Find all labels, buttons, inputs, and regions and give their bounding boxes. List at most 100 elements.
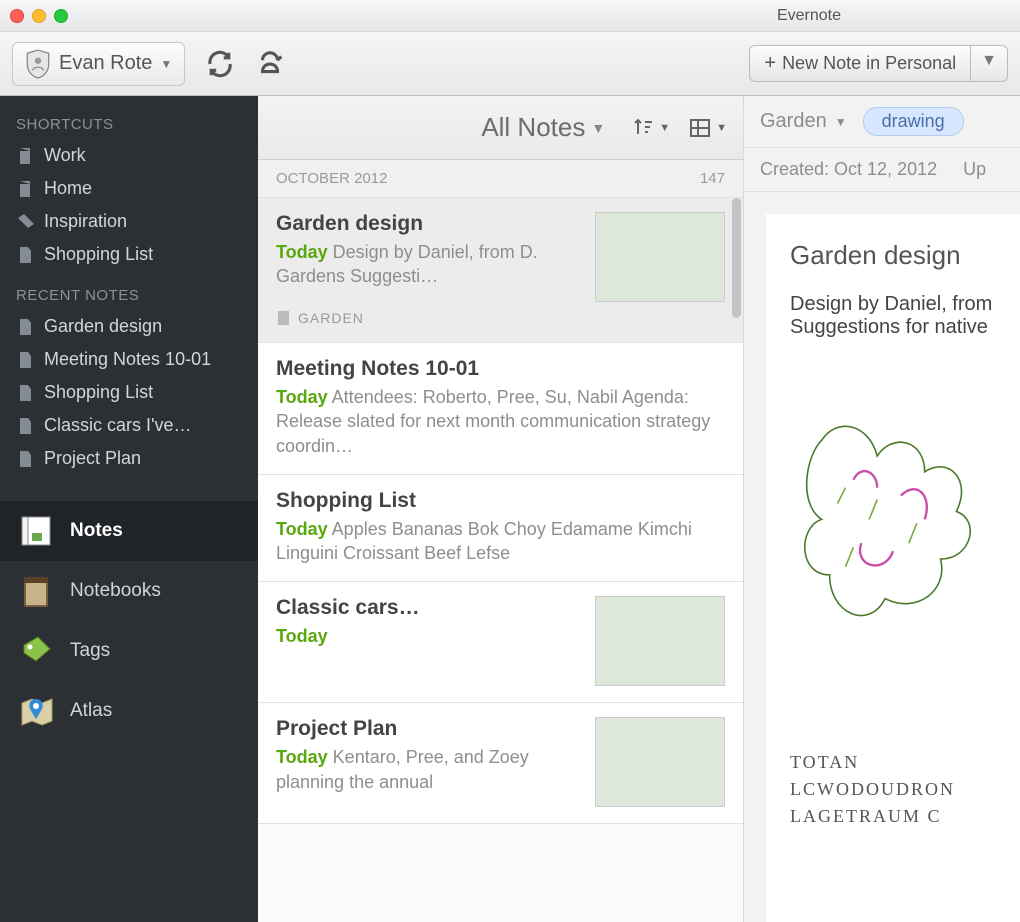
sidebar-item-label: Garden design [44,316,162,337]
note-title[interactable]: Garden design [790,240,996,271]
note-thumbnail [595,717,725,807]
chevron-down-icon: ▼ [160,57,172,71]
notes-icon [16,511,56,551]
note-list-group-header: OCTOBER 2012 147 [258,160,743,198]
sidebar-recent-item[interactable]: Garden design [0,310,258,343]
note-icon [16,245,34,265]
note-detail-infobar: Garden ▼ drawing [744,96,1020,148]
note-card[interactable]: Project Plan Today Kentaro, Pree, and Zoe… [258,703,743,824]
note-list-panel: All Notes ▼ ▼ ▼ OCTOBER 2012 147 Garden … [258,96,744,922]
sidebar-shortcut-item[interactable]: Home [0,172,258,205]
minimize-window-icon[interactable] [32,9,46,23]
note-card-snippet: Today Kentaro, Pree, and Zoey planning t… [276,745,583,794]
note-card[interactable]: Garden design Today Design by Daniel, fro… [258,198,743,343]
scrollbar[interactable] [732,198,741,318]
sidebar-section-recent: RECENT NOTES [0,281,258,310]
note-card-title: Shopping List [276,489,725,513]
new-note-dropdown[interactable]: ▼ [971,45,1008,82]
new-note-button[interactable]: + New Note in Personal [749,45,971,82]
note-card[interactable]: Meeting Notes 10-01Today Attendees: Robe… [258,343,743,475]
sidebar-item-label: Work [44,145,86,166]
note-icon [16,317,34,337]
note-list-title-dropdown[interactable]: All Notes ▼ [481,112,605,143]
note-card-title: Project Plan [276,717,583,741]
note-card-date: Today [276,387,328,407]
sidebar-nav-atlas[interactable]: Atlas [0,681,258,741]
note-card-snippet: Today Design by Daniel, from D. Gardens … [276,240,583,289]
notebook-name: Garden [760,110,827,133]
notebook-selector[interactable]: Garden ▼ [760,110,847,133]
sync-icon[interactable] [205,49,235,79]
note-card[interactable]: Shopping List Today Apples Bananas Bok Ch… [258,475,743,583]
note-icon [16,416,34,436]
note-list-header: All Notes ▼ ▼ ▼ [258,96,743,160]
group-count: 147 [700,170,725,187]
note-card-title: Meeting Notes 10-01 [276,357,725,381]
zoom-window-icon[interactable] [54,9,68,23]
chevron-down-icon: ▼ [716,122,727,134]
sidebar-nav-label: Atlas [70,700,112,722]
sidebar-nav-label: Notebooks [70,580,161,602]
note-icon [16,179,34,199]
sidebar-recent-item[interactable]: Project Plan [0,442,258,475]
close-window-icon[interactable] [10,9,24,23]
notebooks-icon [16,571,56,611]
tags-icon [16,631,56,671]
note-notebook-tag: GARDEN [276,310,725,326]
note-thumbnail [595,596,725,686]
window-controls [10,9,68,23]
note-sketch-image [790,369,996,749]
sidebar-nav-label: Notes [70,520,123,542]
tag-pill[interactable]: drawing [863,107,964,136]
plus-icon: + [764,52,776,75]
chevron-down-icon: ▼ [981,52,997,69]
sidebar-item-label: Shopping List [44,244,153,265]
grid-view-icon [688,116,712,140]
note-card-title: Garden design [276,212,583,236]
sidebar-item-label: Home [44,178,92,199]
note-icon [16,350,34,370]
sidebar: SHORTCUTS Work Home Inspiration Shopping Li… [0,96,258,922]
note-card[interactable]: Classic cars… Today [258,582,743,703]
sort-button[interactable]: ▼ [631,116,670,140]
sidebar-item-label: Meeting Notes 10-01 [44,349,211,370]
sidebar-recent-item[interactable]: Shopping List [0,376,258,409]
note-document[interactable]: Garden design Design by Daniel, from Sug… [766,214,1020,922]
account-button[interactable]: Evan Rote ▼ [12,42,185,86]
account-name: Evan Rote [59,52,152,75]
chevron-down-icon: ▼ [659,122,670,134]
atlas-icon [16,691,56,731]
sidebar-recent-item[interactable]: Classic cars I've… [0,409,258,442]
sidebar-nav-tags[interactable]: Tags [0,621,258,681]
note-handwriting-text: Totan Lcwodoudron Lagetraum c [790,749,996,830]
sidebar-section-shortcuts: SHORTCUTS [0,110,258,139]
note-list-body[interactable]: Garden design Today Design by Daniel, fro… [258,198,743,922]
note-body-text[interactable]: Design by Daniel, from Suggestions for n… [790,293,996,339]
sidebar-shortcut-item[interactable]: Inspiration [0,205,258,238]
sidebar-item-label: Shopping List [44,382,153,403]
note-card-snippet: Today [276,624,583,648]
app-title: Evernote [608,7,1010,25]
view-button[interactable]: ▼ [688,116,727,140]
note-icon [16,146,34,166]
new-note-label: New Note in Personal [782,53,956,74]
note-card-title: Classic cars… [276,596,583,620]
note-detail-metabar: Created: Oct 12, 2012 Up [744,148,1020,192]
sidebar-nav-notebooks[interactable]: Notebooks [0,561,258,621]
activity-icon[interactable] [255,49,285,79]
note-card-snippet: Today Apples Bananas Bok Choy Edamame Ki… [276,517,725,566]
sidebar-nav-label: Tags [70,640,110,662]
sidebar-shortcut-item[interactable]: Work [0,139,258,172]
window-titlebar: Evernote [0,0,1020,32]
shield-icon [25,49,51,79]
sidebar-item-label: Inspiration [44,211,127,232]
group-month-label: OCTOBER 2012 [276,170,387,187]
sidebar-nav-notes[interactable]: Notes [0,501,258,561]
sidebar-item-label: Project Plan [44,448,141,469]
notebook-icon [276,310,292,326]
note-card-date: Today [276,519,328,539]
sidebar-shortcut-item[interactable]: Shopping List [0,238,258,271]
note-card-date: Today [276,626,328,646]
sidebar-item-label: Classic cars I've… [44,415,191,436]
sidebar-recent-item[interactable]: Meeting Notes 10-01 [0,343,258,376]
